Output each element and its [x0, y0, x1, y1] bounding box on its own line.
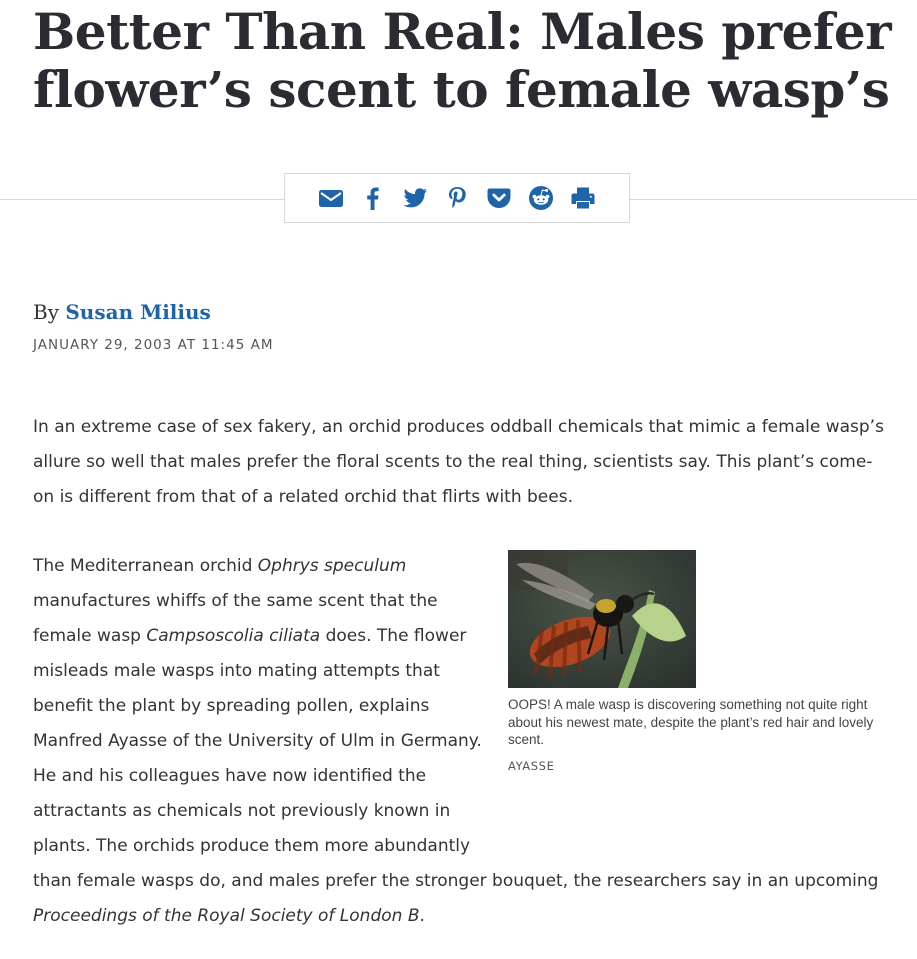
pinterest-icon[interactable]: [444, 185, 470, 211]
byline-prefix: By: [33, 300, 66, 324]
email-icon[interactable]: [318, 185, 344, 211]
author-link[interactable]: Susan Milius: [65, 300, 210, 324]
print-icon[interactable]: [570, 185, 596, 211]
share-toolbar: [284, 173, 630, 223]
para2-text-4: .: [419, 906, 425, 926]
publish-date: JANUARY 29, 2003 AT 11:45 AM: [33, 337, 274, 353]
reddit-icon[interactable]: [528, 185, 554, 211]
journal-name: Proceedings of the Royal Society of Lond…: [33, 906, 420, 926]
twitter-icon[interactable]: [402, 185, 428, 211]
para2-text-1: The Mediterranean orchid: [33, 556, 258, 576]
byline: By Susan Milius: [33, 300, 211, 324]
paragraph-intro: In an extreme case of sex fakery, an orc…: [33, 417, 884, 507]
paragraph-body: The Mediterranean orchid Ophrys speculum…: [33, 549, 893, 934]
facebook-icon[interactable]: [360, 185, 386, 211]
pocket-icon[interactable]: [486, 185, 512, 211]
figure-spacer: [483, 549, 893, 831]
wasp-species-name: Campsoscolia ciliata: [146, 626, 321, 646]
article-headline: Better Than Real: Males prefer flower’s …: [33, 2, 892, 119]
orchid-species-name: Ophrys speculum: [257, 556, 407, 576]
